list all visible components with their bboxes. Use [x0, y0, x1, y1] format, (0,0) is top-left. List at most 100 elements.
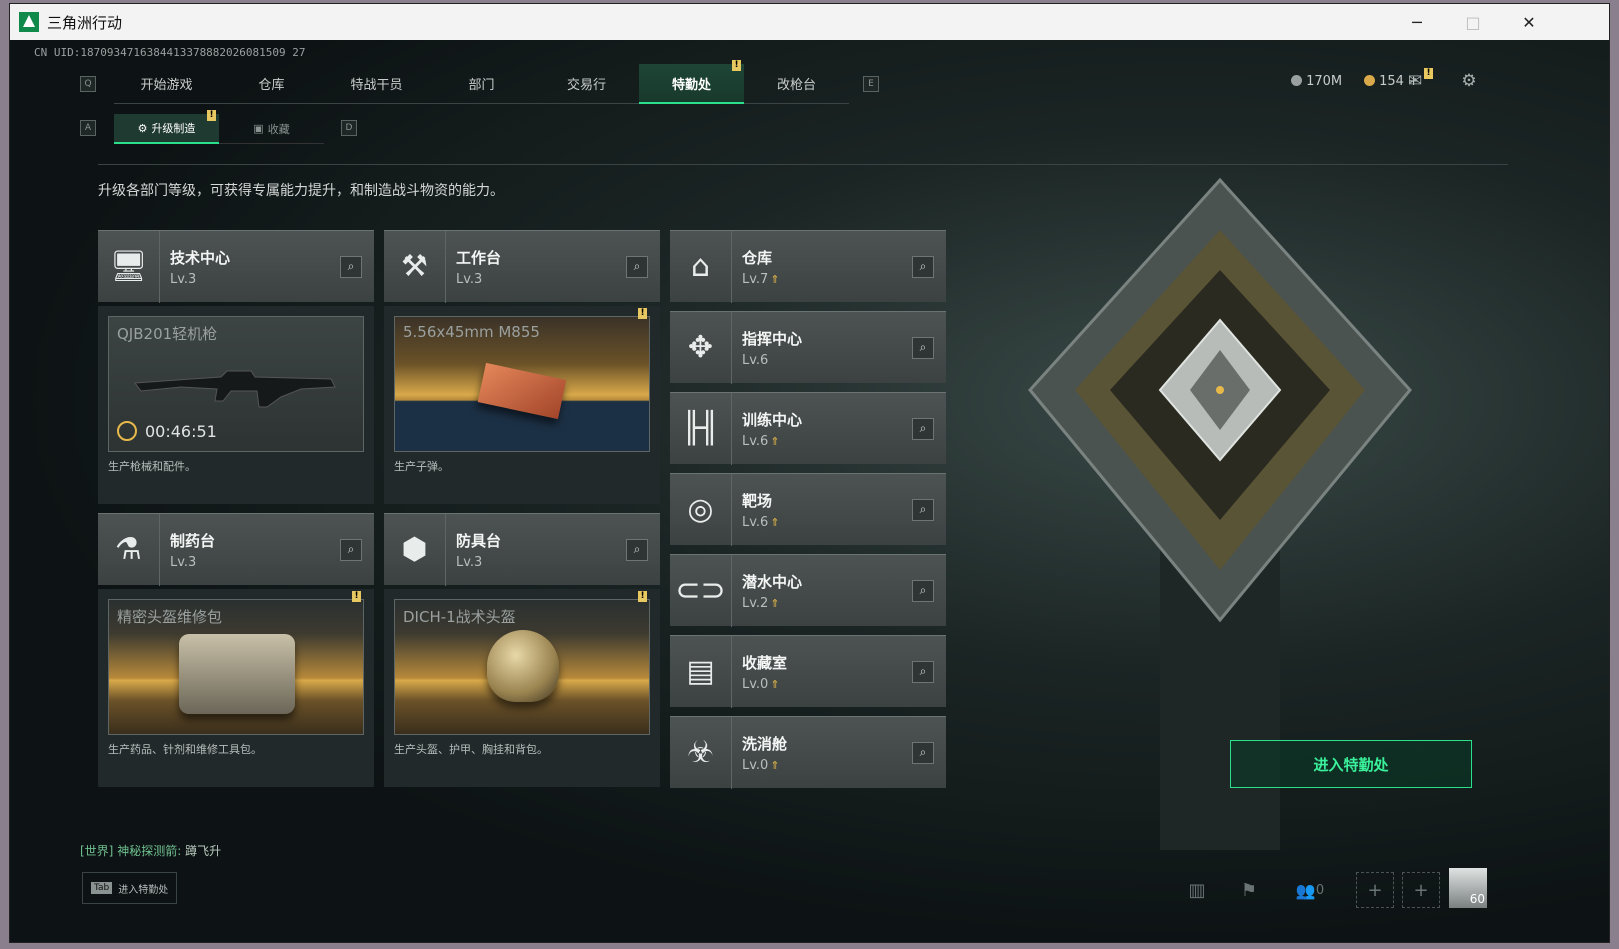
- workbench-card-tech-center[interactable]: 🖥 技术中心 Lv.3 ⌕: [98, 230, 374, 303]
- product-slot[interactable]: 5.56x45mm M855: [394, 316, 650, 452]
- subtab-upgrade-craft-label: 升级制造: [151, 122, 196, 135]
- sub-nav: ⚙ 升级制造 ▣ 收藏: [114, 114, 324, 144]
- computer-icon: 🖥: [98, 230, 160, 303]
- diving-mask-icon: ⊂⊃: [670, 554, 732, 627]
- minimize-button[interactable]: ─: [1389, 4, 1445, 40]
- friends-count: 0: [1315, 882, 1325, 898]
- stats-chart-icon[interactable]: ▥: [1180, 872, 1214, 908]
- product-panel-armor[interactable]: DICH-1战术头盔 ! 生产头盔、护甲、胸挂和背包。: [384, 589, 660, 787]
- search-icon[interactable]: ⌕: [912, 579, 934, 602]
- facility-card-command-center[interactable]: ✥ 指挥中心 Lv.6 ⌕: [670, 311, 946, 384]
- subtab-collection[interactable]: ▣ 收藏: [219, 114, 324, 144]
- facility-level: Lv.6: [742, 514, 769, 530]
- facility-name: 潜水中心: [742, 572, 803, 591]
- tab-departments[interactable]: 部门: [429, 64, 534, 104]
- decon-chamber-icon: ☣: [670, 716, 732, 789]
- nav-left-key[interactable]: Q: [80, 76, 96, 92]
- tab-operators[interactable]: 特战干员: [324, 64, 429, 104]
- friends-button[interactable]: 👥 0: [1290, 872, 1330, 908]
- search-icon[interactable]: ⌕: [340, 255, 362, 278]
- flag-icon[interactable]: ⚑: [1232, 872, 1266, 908]
- workbench-card-armor[interactable]: ⬢ 防具台 Lv.3 ⌕: [384, 513, 660, 586]
- player-level: 60: [1469, 892, 1485, 906]
- search-icon[interactable]: ⌕: [912, 498, 934, 521]
- facility-card-collection-room[interactable]: ▤ 收藏室 Lv.0 ⇑ ⌕: [670, 635, 946, 708]
- settings-gear-icon[interactable]: ⚙: [1458, 71, 1480, 91]
- product-slot[interactable]: DICH-1战术头盔: [394, 599, 650, 735]
- product-panel-tech-center[interactable]: QJB201轻机枪 00:46:51 生产枪械和配件。: [98, 306, 374, 504]
- facility-name: 训练中心: [742, 410, 803, 429]
- mail-icon[interactable]: ✉: [1404, 71, 1426, 91]
- upgrade-chevron-icon: ⇑: [770, 677, 780, 691]
- maximize-button[interactable]: □: [1445, 4, 1501, 40]
- add-teammate-slot[interactable]: +: [1402, 872, 1440, 908]
- search-icon[interactable]: ⌕: [912, 417, 934, 440]
- tab-start-game[interactable]: 开始游戏: [114, 64, 219, 104]
- upgrade-alert-badge: !: [207, 110, 216, 121]
- target-icon: ◎: [670, 473, 732, 546]
- facility-level: Lv.6: [742, 352, 769, 368]
- tab-hint-label: 进入特勤处: [118, 884, 169, 896]
- subtab-upgrade-craft[interactable]: ⚙ 升级制造: [114, 114, 219, 144]
- collection-room-icon: ▤: [670, 635, 732, 708]
- warehouse-icon: ⌂: [670, 230, 732, 303]
- add-teammate-slot[interactable]: +: [1356, 872, 1394, 908]
- upgrade-chevron-icon: ⇑: [770, 515, 780, 529]
- world-chat[interactable]: [世界] 神秘探测箭: 蹲飞升: [80, 842, 221, 859]
- subnav-left-key[interactable]: A: [80, 120, 96, 136]
- chat-user: 神秘探测箭:: [117, 844, 182, 858]
- search-icon[interactable]: ⌕: [340, 538, 362, 561]
- tab-hint[interactable]: Tab 进入特勤处: [82, 872, 177, 904]
- game-window: 三角洲行动 ─ □ ✕ CN UID:187093471638441337888…: [10, 4, 1609, 942]
- search-icon[interactable]: ⌕: [912, 660, 934, 683]
- tab-special-ops[interactable]: 特勤处: [639, 64, 744, 104]
- workbench-card-pharmacy[interactable]: ⚗ 制药台 Lv.3 ⌕: [98, 513, 374, 586]
- product-panel-workbench[interactable]: 5.56x45mm M855 ! 生产子弹。: [384, 306, 660, 504]
- product-slot[interactable]: 精密头盔维修包: [108, 599, 364, 735]
- tab-warehouse[interactable]: 仓库: [219, 64, 324, 104]
- facility-card-warehouse[interactable]: ⌂ 仓库 Lv.7 ⇑ ⌕: [670, 230, 946, 303]
- search-icon[interactable]: ⌕: [912, 741, 934, 764]
- facility-level: Lv.0: [742, 757, 769, 773]
- gear-icon: ⚙: [137, 121, 148, 135]
- close-button[interactable]: ✕: [1501, 4, 1557, 40]
- workbench-level: Lv.3: [456, 271, 483, 287]
- nav-right-key[interactable]: E: [863, 76, 879, 92]
- workbench-level: Lv.3: [456, 554, 483, 570]
- product-alert-badge: !: [638, 591, 647, 602]
- tab-key: Tab: [91, 882, 113, 894]
- search-icon[interactable]: ⌕: [912, 255, 934, 278]
- workbench-name: 技术中心: [170, 248, 231, 267]
- workbench-card-workbench[interactable]: ⚒ 工作台 Lv.3 ⌕: [384, 230, 660, 303]
- helmet-image: [487, 630, 559, 702]
- workbench-level: Lv.3: [170, 554, 197, 570]
- workbench-level: Lv.3: [170, 271, 197, 287]
- facility-card-shooting-range[interactable]: ◎ 靶场 Lv.6 ⇑ ⌕: [670, 473, 946, 546]
- facility-card-training-center[interactable]: ╟╢ 训练中心 Lv.6 ⇑ ⌕: [670, 392, 946, 465]
- workbench-name: 制药台: [170, 531, 216, 550]
- upgrade-chevron-icon: ⇑: [770, 272, 780, 286]
- user-uid: CN UID:1870934716384413378882026081509 2…: [34, 46, 306, 59]
- search-icon[interactable]: ⌕: [912, 336, 934, 359]
- product-description: 生产药品、针剂和维修工具包。: [108, 743, 262, 756]
- search-icon[interactable]: ⌕: [626, 538, 648, 561]
- tab-trading[interactable]: 交易行: [534, 64, 639, 104]
- product-slot[interactable]: QJB201轻机枪 00:46:51: [108, 316, 364, 452]
- subnav-right-key[interactable]: D: [341, 120, 357, 136]
- search-icon[interactable]: ⌕: [626, 255, 648, 278]
- coin-value: 154: [1379, 74, 1404, 89]
- facility-card-diving-center[interactable]: ⊂⊃ 潜水中心 Lv.2 ⇑ ⌕: [670, 554, 946, 627]
- mail-alert-badge: !: [1424, 68, 1433, 79]
- microscope-icon: ⚗: [98, 513, 160, 586]
- player-avatar[interactable]: 60: [1449, 868, 1487, 908]
- special-ops-alert-badge: !: [732, 60, 741, 71]
- tab-gunsmith[interactable]: 改枪台: [744, 64, 849, 104]
- main-stage: CN UID:1870934716384413378882026081509 2…: [10, 40, 1609, 942]
- product-panel-pharmacy[interactable]: 精密头盔维修包 ! 生产药品、针剂和维修工具包。: [98, 589, 374, 787]
- enter-special-ops-button[interactable]: 进入特勤处: [1230, 740, 1472, 788]
- ammo-box-image: [477, 362, 567, 420]
- facility-name: 收藏室: [742, 653, 788, 672]
- facility-card-decon-chamber[interactable]: ☣ 洗消舱 Lv.0 ⇑ ⌕: [670, 716, 946, 789]
- coin-icon: [1364, 75, 1376, 86]
- product-description: 生产头盔、护甲、胸挂和背包。: [394, 743, 548, 756]
